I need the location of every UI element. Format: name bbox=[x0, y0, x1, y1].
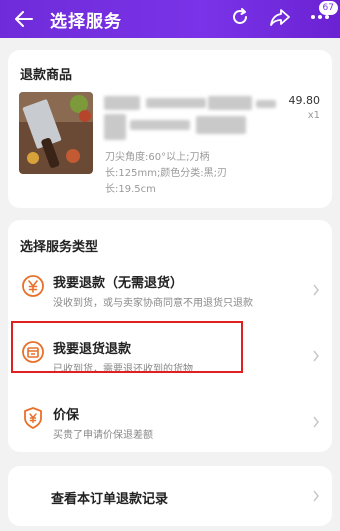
price-protect-shield-icon bbox=[19, 404, 47, 432]
service-name: 价保 bbox=[53, 408, 80, 423]
service-desc: 买贵了申请价保退差额 bbox=[53, 430, 153, 441]
blurred-title-segment bbox=[196, 116, 246, 134]
more-menu-button[interactable]: 67 bbox=[308, 1, 338, 29]
section-title-service: 选择服务类型 bbox=[20, 240, 99, 255]
spec-line: 长:125mm;颜色分类:黑;刃 bbox=[105, 168, 228, 179]
product-price: 49.80 bbox=[288, 94, 321, 107]
blurred-title-segment bbox=[256, 100, 276, 108]
notification-badge: 67 bbox=[318, 1, 338, 15]
chevron-right-icon bbox=[313, 350, 319, 362]
refund-yen-icon bbox=[19, 272, 47, 300]
selection-highlight-box bbox=[11, 321, 243, 373]
product-spec: 刀尖角度:60°以上;刀柄 长:125mm;颜色分类:黑;刃 长:19.5cm bbox=[105, 150, 265, 198]
back-arrow-icon[interactable] bbox=[10, 5, 38, 33]
cleaver-knife-image bbox=[19, 92, 93, 174]
refund-history-label: 查看本订单退款记录 bbox=[51, 492, 169, 507]
service-option-price-protect[interactable]: 价保 买贵了申请价保退差额 bbox=[8, 394, 332, 452]
refund-product-card: 退款商品 49.80 x1 刀尖角度:60°以上;刀柄 长:125mm;颜色分类… bbox=[8, 50, 332, 208]
blurred-title-segment bbox=[146, 98, 206, 108]
service-name: 我要退款（无需退货） bbox=[53, 276, 184, 291]
chevron-right-icon bbox=[313, 416, 319, 428]
service-desc: 没收到货，或与卖家协商同意不用退货只退款 bbox=[53, 298, 253, 309]
product-quantity: x1 bbox=[307, 110, 320, 121]
blurred-title-segment bbox=[104, 114, 126, 140]
chevron-right-icon bbox=[313, 284, 319, 296]
spec-line: 刀尖角度:60°以上;刀柄 bbox=[105, 152, 210, 163]
refresh-icon[interactable] bbox=[228, 5, 252, 29]
share-icon[interactable] bbox=[268, 5, 292, 29]
product-thumbnail[interactable] bbox=[19, 92, 93, 174]
blurred-title-segment bbox=[208, 96, 252, 110]
page-title: 选择服务 bbox=[50, 11, 122, 32]
section-title-product: 退款商品 bbox=[20, 68, 73, 83]
top-nav-bar: 选择服务 67 bbox=[0, 0, 340, 38]
blurred-title-segment bbox=[130, 120, 190, 130]
spec-line: 长:19.5cm bbox=[105, 184, 156, 195]
chevron-right-icon bbox=[313, 490, 319, 502]
service-option-refund-only[interactable]: 我要退款（无需退货） 没收到货，或与卖家协商同意不用退货只退款 bbox=[8, 262, 332, 320]
service-type-card: 选择服务类型 我要退款（无需退货） 没收到货，或与卖家协商同意不用退货只退款 我… bbox=[8, 220, 332, 452]
blurred-title-segment bbox=[104, 96, 140, 110]
refund-history-link[interactable]: 查看本订单退款记录 bbox=[8, 466, 332, 526]
